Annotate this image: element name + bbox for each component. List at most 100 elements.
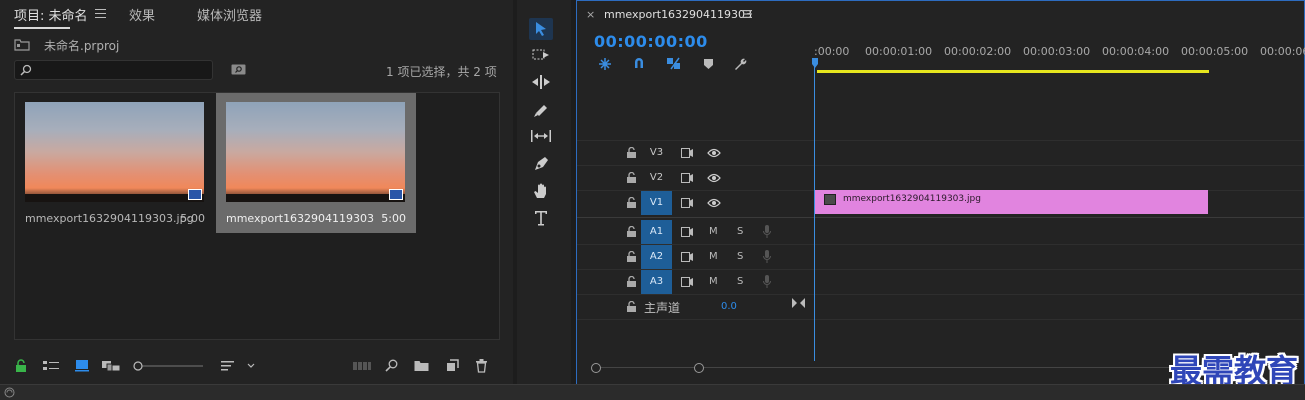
- video-clip[interactable]: mmexport1632904119303.jpg: [815, 190, 1208, 214]
- icon-view-icon[interactable]: [75, 359, 89, 372]
- lock-track-icon[interactable]: [627, 197, 636, 208]
- track-label-v3[interactable]: V3: [641, 141, 672, 165]
- track-label-a2[interactable]: A2: [641, 245, 672, 269]
- add-marker-icon[interactable]: [704, 59, 713, 69]
- go-to-start-end-icon[interactable]: [792, 298, 805, 308]
- panel-menu-icon[interactable]: [743, 10, 752, 18]
- ruler-label: 00:00:05:00: [1181, 45, 1249, 58]
- lock-track-icon[interactable]: [627, 172, 636, 183]
- panel-menu-icon[interactable]: [95, 9, 106, 21]
- lock-track-icon[interactable]: [627, 276, 636, 287]
- arrow-icon: [529, 21, 553, 37]
- nest-sequence-icon[interactable]: [598, 57, 612, 71]
- playhead-line[interactable]: [814, 59, 815, 361]
- clip-name: mmexport1632904119303.jpg: [843, 194, 981, 204]
- track-header-v2: V2: [577, 166, 814, 190]
- tab-project[interactable]: 项目: 未命名: [14, 5, 88, 29]
- item-thumbnail: [226, 102, 405, 202]
- slip-tool[interactable]: [529, 126, 553, 148]
- list-view-icon[interactable]: [43, 359, 59, 372]
- clear-icon[interactable]: [475, 359, 488, 373]
- voiceover-mic-icon[interactable]: [763, 275, 771, 288]
- eye-icon[interactable]: [707, 148, 721, 158]
- lock-track-icon[interactable]: [627, 301, 636, 312]
- bin-icon: [14, 38, 30, 51]
- freeform-view-icon[interactable]: [102, 359, 121, 372]
- new-bin-icon[interactable]: [414, 359, 429, 372]
- sort-icon[interactable]: [221, 359, 257, 372]
- ruler-label: :00:00: [814, 45, 850, 58]
- eye-icon[interactable]: [707, 173, 721, 183]
- project-item-selected[interactable]: mmexport1632904119303 5:00: [216, 93, 416, 233]
- sequence-tab[interactable]: mmexport1632904119303: [604, 8, 752, 21]
- razor-tool[interactable]: [529, 99, 553, 121]
- sync-lock-icon[interactable]: [681, 198, 693, 208]
- sync-lock-icon[interactable]: [681, 173, 693, 183]
- timecode-display[interactable]: 00:00:00:00: [594, 32, 708, 51]
- mute-button[interactable]: M: [709, 226, 718, 237]
- eye-icon[interactable]: [707, 198, 721, 208]
- solo-button[interactable]: S: [737, 276, 743, 287]
- ripple-edit-tool[interactable]: [529, 72, 553, 94]
- ruler-label: 00:00:02:00: [944, 45, 1012, 58]
- track-header-a1: A1 M S: [577, 220, 814, 244]
- voiceover-mic-icon[interactable]: [763, 250, 771, 263]
- mute-button[interactable]: M: [709, 251, 718, 262]
- clip-thumbnail-icon: [824, 194, 836, 205]
- sync-lock-icon[interactable]: [681, 227, 693, 237]
- new-item-icon[interactable]: [446, 359, 459, 372]
- voiceover-mic-icon[interactable]: [763, 225, 771, 238]
- sync-lock-icon[interactable]: [681, 148, 693, 158]
- zoom-slider[interactable]: [133, 361, 205, 371]
- track-header-a2: A2 M S: [577, 245, 814, 269]
- track-header-a3: A3 M S: [577, 270, 814, 294]
- automate-icon[interactable]: [353, 359, 371, 372]
- find-bin-icon[interactable]: [231, 64, 246, 75]
- track-header-master: 主声道 0.0: [577, 295, 814, 319]
- tab-effects[interactable]: 效果: [129, 5, 155, 24]
- hand-icon: [529, 183, 553, 199]
- wrench-icon[interactable]: [734, 57, 748, 71]
- item-duration: 5:00: [381, 212, 406, 225]
- lock-track-icon[interactable]: [627, 251, 636, 262]
- lock-track-icon[interactable]: [627, 226, 636, 237]
- scrollbar-start-handle[interactable]: [591, 363, 601, 373]
- ruler-label: 00:00:01:00: [865, 45, 933, 58]
- type-tool[interactable]: [529, 207, 553, 229]
- sync-lock-icon[interactable]: [681, 252, 693, 262]
- snap-icon[interactable]: [633, 57, 645, 69]
- track-label-a3[interactable]: A3: [641, 270, 672, 294]
- ruler-label: 00:00:06: [1260, 45, 1305, 58]
- ruler-label: 00:00:03:00: [1023, 45, 1091, 58]
- find-icon[interactable]: [385, 359, 398, 372]
- linked-selection-icon[interactable]: [666, 57, 681, 70]
- timeline-zoom-scrollbar[interactable]: [595, 367, 1185, 368]
- time-ruler[interactable]: :00:00 00:00:01:00 00:00:02:00 00:00:03:…: [814, 39, 1305, 72]
- project-items-grid: mmexport1632904119303.jpg 5:00 mmexport1…: [14, 92, 500, 340]
- selection-tool[interactable]: [529, 18, 553, 40]
- pen-tool[interactable]: [529, 153, 553, 175]
- track-label-v2[interactable]: V2: [641, 166, 672, 190]
- track-select-tool[interactable]: [529, 45, 553, 67]
- project-panel: 项目: 未命名 效果 媒体浏览器 未命名.prproj 1 项已选择，共 2 项…: [0, 0, 513, 384]
- track-label-a1[interactable]: A1: [641, 220, 672, 244]
- master-volume-value[interactable]: 0.0: [721, 301, 737, 312]
- sync-lock-icon[interactable]: [681, 277, 693, 287]
- solo-button[interactable]: S: [737, 226, 743, 237]
- tab-media-browser[interactable]: 媒体浏览器: [197, 5, 262, 24]
- lock-track-icon[interactable]: [627, 147, 636, 158]
- solo-button[interactable]: S: [737, 251, 743, 262]
- project-item[interactable]: mmexport1632904119303.jpg 5:00: [15, 93, 215, 233]
- track-label-v1[interactable]: V1: [641, 191, 672, 215]
- mute-button[interactable]: M: [709, 276, 718, 287]
- scrollbar-end-handle[interactable]: [694, 363, 704, 373]
- search-input[interactable]: [14, 60, 213, 80]
- close-sequence-icon[interactable]: ×: [586, 8, 595, 21]
- timeline-panel: × mmexport1632904119303 00:00:00:00 :00:…: [576, 0, 1305, 390]
- hand-tool[interactable]: [529, 180, 553, 202]
- item-name: mmexport1632904119303: [226, 212, 375, 225]
- track-header-v1: V1: [577, 191, 814, 215]
- work-area-bar[interactable]: [817, 70, 1209, 73]
- pen-icon: [529, 156, 553, 172]
- lock-icon[interactable]: [15, 359, 27, 372]
